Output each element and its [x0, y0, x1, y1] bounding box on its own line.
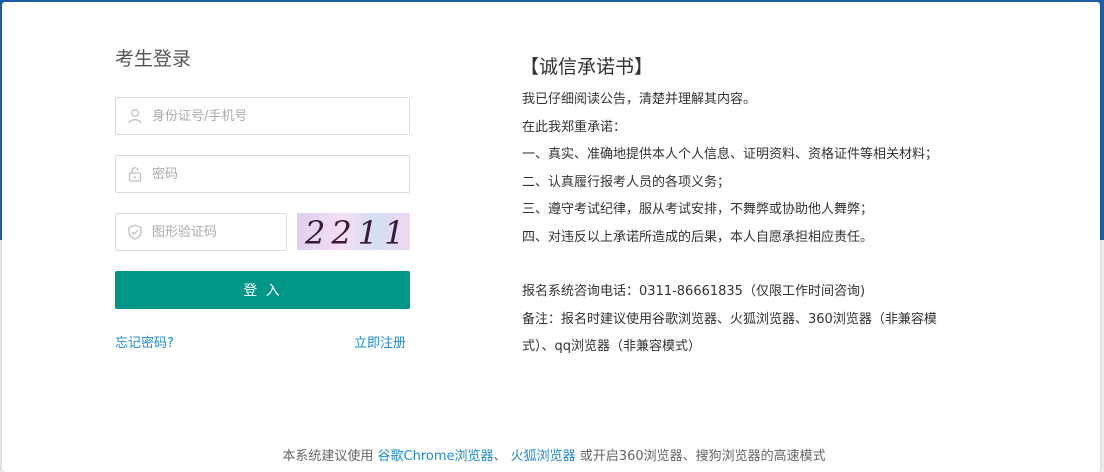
promise-line: 四、对违反以上承诺所造成的后果，本人自愿承担相应责任。 — [522, 229, 874, 245]
id-input[interactable] — [152, 98, 397, 134]
captcha-text: 2211 — [305, 214, 410, 250]
register-link[interactable]: 立即注册 — [354, 332, 406, 351]
captcha-field[interactable] — [115, 213, 287, 251]
login-button[interactable]: 登 入 — [115, 271, 410, 309]
promise-line: 我已仔细阅读公告，清楚并理解其内容。 — [522, 92, 757, 107]
firefox-link[interactable]: 火狐浏览器 — [511, 449, 576, 464]
chrome-link[interactable]: 谷歌Chrome浏览器 — [378, 449, 494, 464]
password-field[interactable] — [115, 155, 410, 193]
login-card: 考生登录 2211 登 入 忘记密码? 立即注册 【诚信承诺书】 我已仔细阅读公… — [2, 2, 1100, 472]
login-title: 考生登录 — [115, 48, 192, 70]
captcha-input[interactable] — [152, 214, 277, 250]
footer-suffix: 或开启360浏览器、搜狗浏览器的高速模式 — [575, 449, 826, 464]
browser-note: 备注：报名时建议使用谷歌浏览器、火狐浏览器、360浏览器（非兼容模式）、qq浏览… — [522, 311, 937, 355]
promise-line: 三、遵守考试纪律，服从考试安排，不舞弊或协助他人舞弊； — [522, 202, 874, 217]
user-icon — [128, 109, 142, 124]
lock-icon — [128, 167, 142, 182]
promise-line: 二、认真履行报考人员的各项义务； — [522, 174, 731, 190]
promise-title: 【诚信承诺书】 — [520, 56, 654, 78]
captcha-image[interactable]: 2211 — [297, 213, 410, 250]
shield-icon — [128, 224, 142, 240]
hotline-text: 报名系统咨询电话：0311-86661835（仅限工作时间咨询) — [522, 284, 866, 299]
promise-line: 在此我郑重承诺： — [522, 119, 627, 135]
password-input[interactable] — [152, 156, 397, 192]
footer-note: 本系统建议使用 谷歌Chrome浏览器、 火狐浏览器 或开启360浏览器、搜狗浏… — [2, 445, 1104, 464]
forgot-password-link[interactable]: 忘记密码? — [115, 332, 174, 351]
footer-prefix: 本系统建议使用 — [282, 449, 378, 464]
promise-body: 我已仔细阅读公告，清楚并理解其内容。 在此我郑重承诺： 一、真实、准确地提供本人… — [522, 86, 942, 361]
id-field[interactable] — [115, 97, 410, 135]
promise-line: 一、真实、准确地提供本人个人信息、证明资料、资格证件等相关材料； — [522, 147, 939, 162]
footer-separator: 、 — [493, 449, 511, 464]
